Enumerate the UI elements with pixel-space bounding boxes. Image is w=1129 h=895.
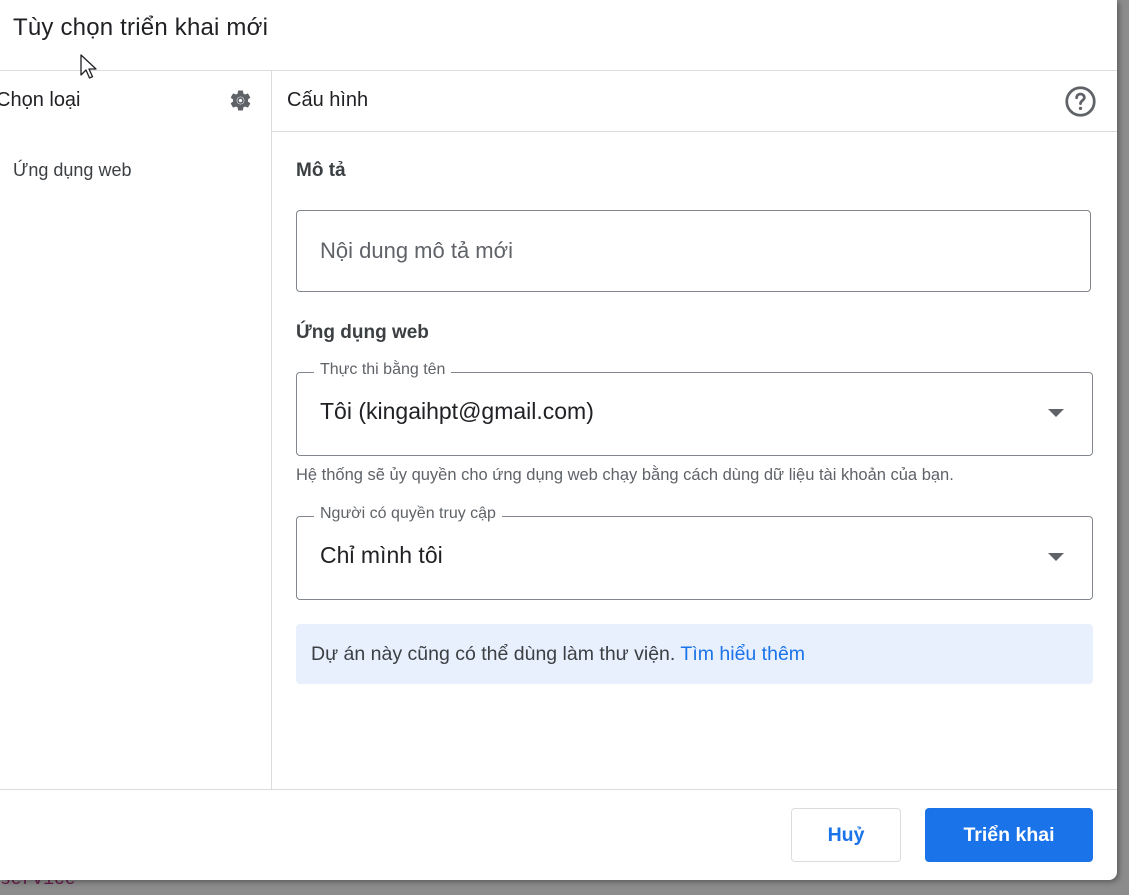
- description-input[interactable]: [320, 211, 1060, 291]
- footer-divider: [0, 789, 1117, 790]
- execute-as-hint: Hệ thống sẽ ủy quyền cho ứng dụng web ch…: [296, 466, 954, 484]
- cancel-button[interactable]: Huỷ: [791, 808, 901, 862]
- library-info-banner: Dự án này cũng có thể dùng làm thư viện.…: [296, 624, 1093, 684]
- learn-more-link[interactable]: Tìm hiểu thêm: [680, 643, 805, 665]
- dialog-title: Tùy chọn triển khai mới: [13, 14, 269, 41]
- help-circle-icon[interactable]: [1064, 85, 1097, 118]
- deploy-button[interactable]: Triển khai: [925, 808, 1093, 862]
- access-select[interactable]: Người có quyền truy cập Chỉ mình tôi: [296, 505, 1093, 600]
- type-item-web-app[interactable]: Ứng dụng web: [13, 160, 131, 181]
- description-label: Mô tả: [296, 160, 346, 181]
- deploy-dialog: Tùy chọn triển khai mới Chọn loại Ứng dụ…: [0, 0, 1117, 880]
- execute-as-value: Tôi (kingaihpt@gmail.com): [320, 398, 594, 424]
- description-field: [296, 210, 1091, 292]
- mouse-cursor-icon: [80, 54, 97, 79]
- info-message: Dự án này cũng có thể dùng làm thư viện.: [311, 643, 676, 665]
- access-label: Người có quyền truy cập: [314, 505, 502, 523]
- access-value: Chỉ mình tôi: [320, 542, 443, 568]
- execute-as-select[interactable]: Thực thi bằng tên Tôi (kingaihpt@gmail.c…: [296, 361, 1093, 456]
- dropdown-arrow-icon: [1048, 409, 1064, 417]
- config-header-divider: [272, 131, 1117, 132]
- left-panel-title: Chọn loại: [0, 89, 81, 111]
- library-info-text: Dự án này cũng có thể dùng làm thư viện.…: [311, 643, 805, 666]
- config-title: Cấu hình: [287, 89, 369, 111]
- gear-icon[interactable]: [228, 88, 253, 113]
- web-app-section-label: Ứng dụng web: [296, 322, 429, 343]
- header-divider: [0, 70, 1117, 71]
- panel-separator: [271, 71, 272, 789]
- execute-as-label: Thực thi bằng tên: [314, 361, 452, 379]
- dropdown-arrow-icon: [1048, 553, 1064, 561]
